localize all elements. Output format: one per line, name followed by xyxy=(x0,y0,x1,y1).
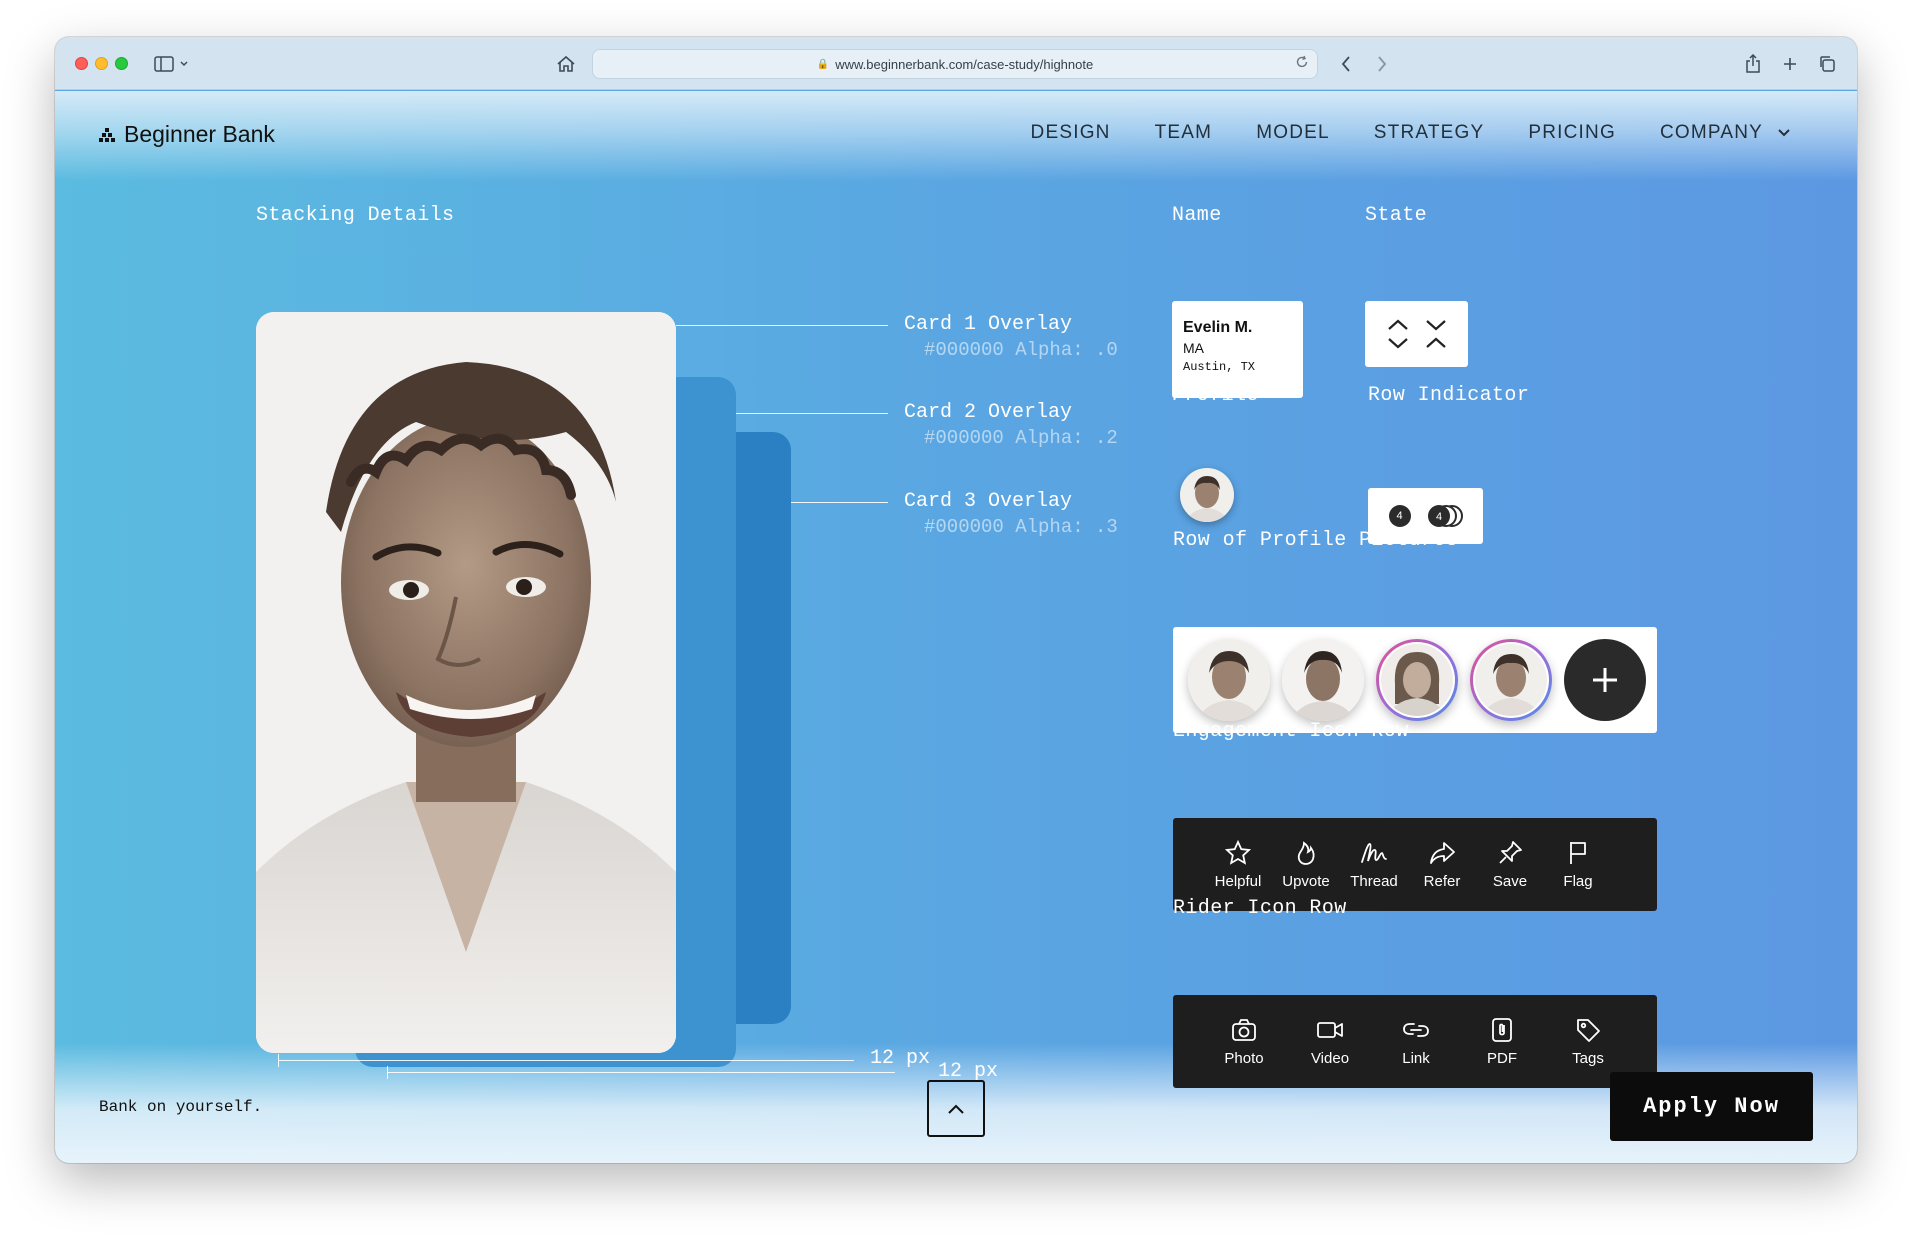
overlay-2-detail: #000000 Alpha: .2 xyxy=(924,427,1118,449)
nav-company[interactable]: COMPANY xyxy=(1660,122,1791,144)
nav-design[interactable]: DESIGN xyxy=(1031,122,1111,144)
collapse-x-icon[interactable] xyxy=(1424,318,1448,350)
flag-icon xyxy=(1570,842,1586,864)
link-icon xyxy=(1403,1023,1429,1037)
reload-icon[interactable] xyxy=(1295,55,1309,72)
logo-text: Beginner Bank xyxy=(124,121,275,147)
overlay-3-detail: #000000 Alpha: .3 xyxy=(924,516,1118,538)
stack-card-1-photo xyxy=(256,312,676,1053)
forward-icon[interactable] xyxy=(1369,51,1395,77)
expand-collapse-icon[interactable] xyxy=(1386,318,1410,350)
url-text: www.beginnerbank.com/case-study/highnote xyxy=(835,56,1094,72)
minimize-window-button[interactable] xyxy=(95,57,108,70)
plus-icon xyxy=(1593,668,1617,692)
tags-button[interactable]: Tags xyxy=(1545,1016,1631,1067)
video-icon xyxy=(1317,1022,1343,1038)
rider-label: Rider Icon Row xyxy=(1173,897,1347,920)
brand-logo[interactable]: Beginner Bank xyxy=(99,121,275,148)
profile-picture-4[interactable] xyxy=(1470,639,1552,721)
profile-picture-2[interactable] xyxy=(1282,639,1364,721)
engagement-label: Engagement Icon Row xyxy=(1173,720,1409,743)
state-label: State xyxy=(1365,204,1428,227)
profiles-row-label: Row of Profile Pictures xyxy=(1173,529,1459,552)
share-arrow-icon xyxy=(1430,842,1455,864)
name-card-state: MA xyxy=(1183,340,1204,356)
add-profile-button[interactable] xyxy=(1564,639,1646,721)
photo-button[interactable]: Photo xyxy=(1201,1016,1287,1067)
address-bar[interactable]: 🔒 www.beginnerbank.com/case-study/highno… xyxy=(592,49,1318,79)
spacing-label-1: 12 px xyxy=(870,1047,931,1070)
portrait-photo xyxy=(256,312,676,1053)
browser-window: 🔒 www.beginnerbank.com/case-study/highno… xyxy=(55,37,1857,1163)
thread-button[interactable]: Thread xyxy=(1340,839,1408,890)
svg-text:4: 4 xyxy=(1435,511,1441,523)
overlay-2-title: Card 2 Overlay xyxy=(904,401,1073,424)
profile-label: Profile xyxy=(1172,384,1259,407)
paperclip-doc-icon xyxy=(1492,1018,1512,1042)
nav-pricing[interactable]: PRICING xyxy=(1528,122,1616,144)
tag-icon xyxy=(1577,1019,1600,1042)
stack-logo-icon xyxy=(99,127,115,142)
state-control[interactable] xyxy=(1365,301,1468,367)
footer-tagline: Bank on yourself. xyxy=(99,1098,263,1116)
name-card-name: Evelin M. xyxy=(1183,319,1253,336)
back-icon[interactable] xyxy=(1333,51,1359,77)
lock-icon: 🔒 xyxy=(816,58,830,70)
rider-icon-row: Photo Video Link PDF Tags xyxy=(1173,995,1657,1088)
save-button[interactable]: Save xyxy=(1476,839,1544,890)
link-button[interactable]: Link xyxy=(1373,1016,1459,1067)
helpful-button[interactable]: Helpful xyxy=(1204,839,1272,890)
sidebar-toggle-icon[interactable] xyxy=(151,51,177,77)
count-dot: 4 xyxy=(1388,505,1411,527)
pdf-button[interactable]: PDF xyxy=(1459,1016,1545,1067)
nav-model[interactable]: MODEL xyxy=(1256,122,1330,144)
star-icon xyxy=(1224,839,1252,865)
profile-avatar[interactable] xyxy=(1180,468,1234,522)
upvote-button[interactable]: Upvote xyxy=(1272,839,1340,890)
overlay-3-title: Card 3 Overlay xyxy=(904,490,1073,513)
profile-pictures-row xyxy=(1173,627,1657,733)
stacked-count-icon: 4 xyxy=(1427,505,1463,527)
profile-picture-1[interactable] xyxy=(1188,639,1270,721)
pin-icon xyxy=(1499,841,1522,864)
name-label: Name xyxy=(1172,204,1222,227)
main-nav: DESIGN TEAM MODEL STRATEGY PRICING COMPA… xyxy=(1031,122,1791,144)
scroll-to-top-button[interactable] xyxy=(927,1080,985,1137)
home-icon[interactable] xyxy=(553,51,579,77)
flag-button[interactable]: Flag xyxy=(1544,839,1612,890)
tab-overview-icon[interactable] xyxy=(1814,51,1840,77)
apply-now-button[interactable]: Apply Now xyxy=(1610,1072,1813,1141)
flame-icon xyxy=(1297,841,1315,865)
zoom-window-button[interactable] xyxy=(115,57,128,70)
new-tab-icon[interactable] xyxy=(1777,51,1803,77)
signature-icon xyxy=(1361,843,1387,863)
profile-picture-3[interactable] xyxy=(1376,639,1458,721)
stacking-details-title: Stacking Details xyxy=(256,204,455,227)
chevron-down-icon xyxy=(1778,129,1790,137)
nav-strategy[interactable]: STRATEGY xyxy=(1374,122,1485,144)
share-icon[interactable] xyxy=(1740,51,1766,77)
overlay-1-detail: #000000 Alpha: .0 xyxy=(924,339,1118,361)
row-indicator-label: Row Indicator xyxy=(1368,384,1530,407)
name-card-location: Austin, TX xyxy=(1183,360,1256,374)
chevron-up-icon xyxy=(948,1104,964,1114)
nav-team[interactable]: TEAM xyxy=(1155,122,1213,144)
overlay-1-title: Card 1 Overlay xyxy=(904,313,1073,336)
close-window-button[interactable] xyxy=(75,57,88,70)
page-content: Beginner Bank DESIGN TEAM MODEL STRATEGY… xyxy=(55,91,1857,1163)
browser-toolbar: 🔒 www.beginnerbank.com/case-study/highno… xyxy=(55,37,1857,90)
video-button[interactable]: Video xyxy=(1287,1016,1373,1067)
camera-icon xyxy=(1232,1019,1256,1041)
chevron-down-icon[interactable] xyxy=(177,51,191,77)
refer-button[interactable]: Refer xyxy=(1408,839,1476,890)
